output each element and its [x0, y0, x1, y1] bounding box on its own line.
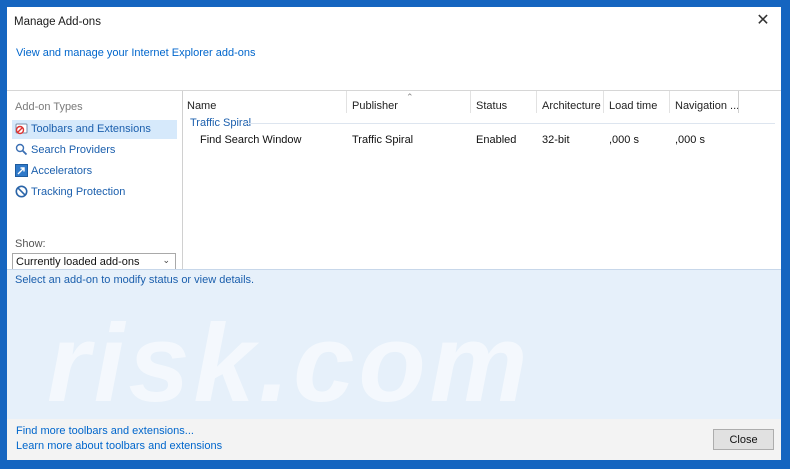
column-divider [536, 91, 537, 113]
show-label: Show: [15, 238, 46, 250]
column-divider [669, 91, 670, 113]
column-header-navigation[interactable]: Navigation ... [675, 100, 739, 112]
toolbars-extensions-icon [15, 123, 28, 135]
tracking-protection-icon [15, 185, 28, 198]
cell-publisher: Traffic Spiral [352, 134, 414, 146]
title-bar: Manage Add-ons ✕ [7, 7, 781, 37]
column-header-status[interactable]: Status [476, 100, 507, 112]
sidebar-item-search-providers[interactable]: Search Providers [12, 141, 177, 160]
group-divider [245, 123, 775, 124]
manage-addons-dialog: Manage Add-ons ✕ View and manage your In… [7, 7, 781, 460]
publisher-group-label: Traffic Spiral [190, 117, 252, 129]
column-header-architecture[interactable]: Architecture [542, 100, 601, 112]
close-icon[interactable]: ✕ [753, 11, 773, 31]
search-icon [15, 143, 28, 156]
cell-architecture: 32-bit [542, 134, 570, 146]
cell-status: Enabled [476, 134, 517, 146]
sort-indicator-icon: ⌃ [406, 92, 414, 102]
column-divider [470, 91, 471, 113]
chevron-down-icon: ⌄ [162, 255, 170, 265]
learn-more-toolbars-link[interactable]: Learn more about toolbars and extensions [16, 440, 222, 452]
footer: Find more toolbars and extensions... Lea… [7, 419, 781, 460]
header-description: View and manage your Internet Explorer a… [16, 47, 256, 59]
watermark-text: risk.com [47, 302, 532, 425]
column-header-name[interactable]: Name [187, 100, 216, 112]
sidebar-item-label: Tracking Protection [31, 186, 126, 198]
addon-list: ⌃ Name Publisher Status Architecture Loa… [182, 91, 781, 269]
sidebar-item-tracking-protection[interactable]: Tracking Protection [12, 183, 177, 202]
column-header-load-time[interactable]: Load time [609, 100, 657, 112]
cell-name: Find Search Window [200, 134, 302, 146]
close-button[interactable]: Close [713, 429, 774, 450]
cell-load-time: ,000 s [609, 134, 639, 146]
accelerators-icon [15, 164, 28, 177]
sidebar-item-toolbars-extensions[interactable]: Toolbars and Extensions [12, 120, 177, 139]
column-divider [346, 91, 347, 113]
sidebar-item-label: Toolbars and Extensions [31, 123, 151, 135]
cell-navigation: ,000 s [675, 134, 705, 146]
addon-types-label: Add-on Types [15, 101, 83, 113]
sidebar-item-label: Accelerators [31, 165, 93, 177]
column-divider [603, 91, 604, 113]
details-pane: Select an add-on to modify status or vie… [7, 269, 781, 425]
sidebar-item-label: Search Providers [31, 144, 116, 156]
addon-types-panel: Add-on Types Toolbars and Extensions Sea… [7, 91, 181, 271]
details-hint: Select an add-on to modify status or vie… [15, 274, 255, 286]
find-more-toolbars-link[interactable]: Find more toolbars and extensions... [16, 425, 194, 437]
show-dropdown-value: Currently loaded add-ons [16, 256, 140, 268]
sidebar-item-accelerators[interactable]: Accelerators [12, 162, 177, 181]
column-divider [738, 91, 739, 113]
column-header-publisher[interactable]: Publisher [352, 100, 398, 112]
window-title: Manage Add-ons [14, 16, 101, 28]
